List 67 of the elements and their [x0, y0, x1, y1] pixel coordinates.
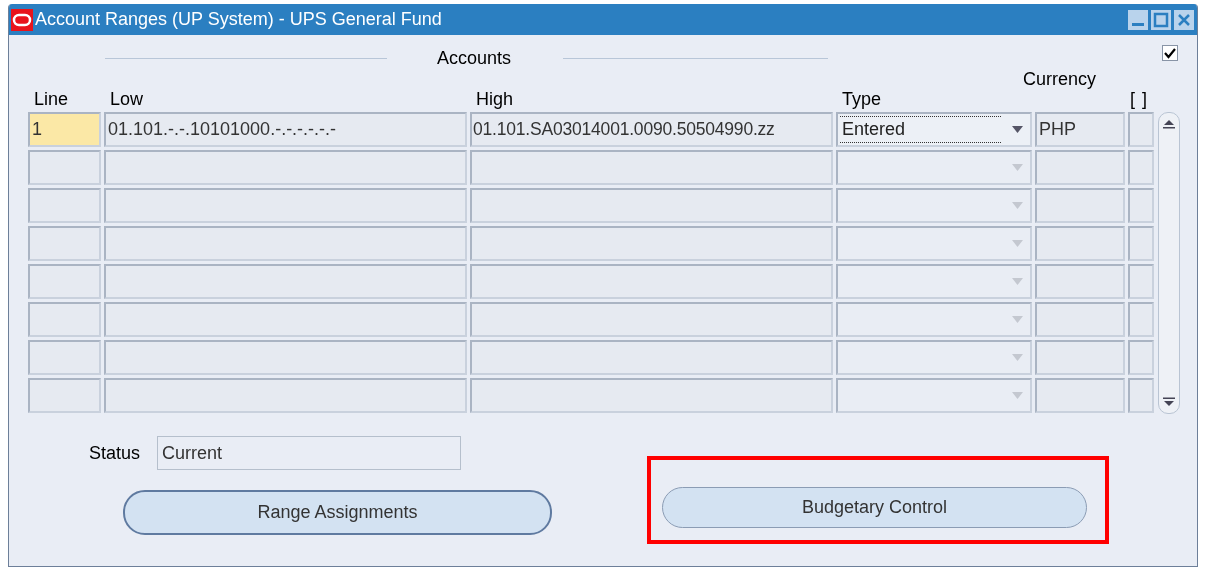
type-dropdown[interactable]: [836, 340, 1032, 375]
section-title: Accounts: [437, 47, 512, 69]
close-icon[interactable]: [1174, 9, 1194, 30]
action-button[interactable]: Range Assignments: [123, 489, 552, 535]
low-field[interactable]: [104, 150, 467, 185]
type-dropdown[interactable]: Entered: [836, 112, 1032, 147]
currency-field[interactable]: [1035, 264, 1125, 299]
maximize-icon[interactable]: [1151, 9, 1171, 30]
flag-field[interactable]: [1128, 150, 1154, 185]
currency-field[interactable]: [1035, 188, 1125, 223]
flag-field[interactable]: [1128, 112, 1154, 147]
high-field[interactable]: 01.101.SA03014001.0090.50504990.zz: [470, 112, 833, 147]
flag-field[interactable]: [1128, 302, 1154, 337]
type-dropdown[interactable]: [836, 150, 1032, 185]
currency-field[interactable]: [1035, 302, 1125, 337]
high-field[interactable]: [470, 150, 833, 185]
type-dropdown[interactable]: [836, 226, 1032, 261]
flag-field[interactable]: [1128, 226, 1154, 261]
high-field[interactable]: [470, 264, 833, 299]
type-dropdown[interactable]: [836, 264, 1032, 299]
currency-field[interactable]: [1035, 340, 1125, 375]
type-dropdown[interactable]: [836, 188, 1032, 223]
column-header: Line: [33, 89, 70, 109]
line-field[interactable]: 1: [28, 112, 101, 147]
line-field[interactable]: [28, 226, 101, 261]
type-dropdown[interactable]: [836, 378, 1032, 413]
checkbox[interactable]: [1162, 45, 1178, 61]
status-label: Status: [89, 442, 141, 464]
low-field[interactable]: [104, 226, 467, 261]
high-field[interactable]: [470, 340, 833, 375]
currency-field[interactable]: [1035, 378, 1125, 413]
high-field[interactable]: [470, 378, 833, 413]
low-field[interactable]: [104, 188, 467, 223]
line-field[interactable]: [28, 378, 101, 413]
action-button[interactable]: Budgetary Control: [662, 487, 1087, 528]
scrollbar[interactable]: [1158, 112, 1180, 414]
low-field[interactable]: [104, 264, 467, 299]
low-field[interactable]: [104, 340, 467, 375]
type-dropdown[interactable]: [836, 302, 1032, 337]
low-field[interactable]: [104, 302, 467, 337]
line-field[interactable]: [28, 264, 101, 299]
minimize-icon[interactable]: [1128, 9, 1148, 30]
column-header: High: [475, 89, 515, 109]
flag-field[interactable]: [1128, 264, 1154, 299]
flag-field[interactable]: [1128, 340, 1154, 375]
flag-field[interactable]: [1128, 378, 1154, 413]
flag-field[interactable]: [1128, 188, 1154, 223]
currency-field[interactable]: PHP: [1035, 112, 1125, 147]
caret-icon[interactable]: [1012, 126, 1023, 133]
low-field[interactable]: [104, 378, 467, 413]
status-field: Current: [157, 436, 462, 470]
high-field[interactable]: [470, 188, 833, 223]
column-header: Low: [109, 89, 145, 109]
column-header: Type: [841, 89, 883, 109]
line-field[interactable]: [28, 188, 101, 223]
oval-logo-icon: [11, 8, 33, 31]
currency-field[interactable]: [1035, 226, 1125, 261]
window-title: Account Ranges (UP System) - UPS General Fund: [35, 9, 442, 30]
line-field[interactable]: [28, 150, 101, 185]
low-field[interactable]: 01.101.-.-.10101000.-.-.-.-.-.-: [104, 112, 467, 147]
column-header: [ ]: [1129, 89, 1149, 109]
high-field[interactable]: [470, 302, 833, 337]
high-field[interactable]: [470, 226, 833, 261]
line-field[interactable]: [28, 340, 101, 375]
line-field[interactable]: [28, 302, 101, 337]
currency-field[interactable]: [1035, 150, 1125, 185]
column-header: Currency: [1023, 69, 1098, 89]
